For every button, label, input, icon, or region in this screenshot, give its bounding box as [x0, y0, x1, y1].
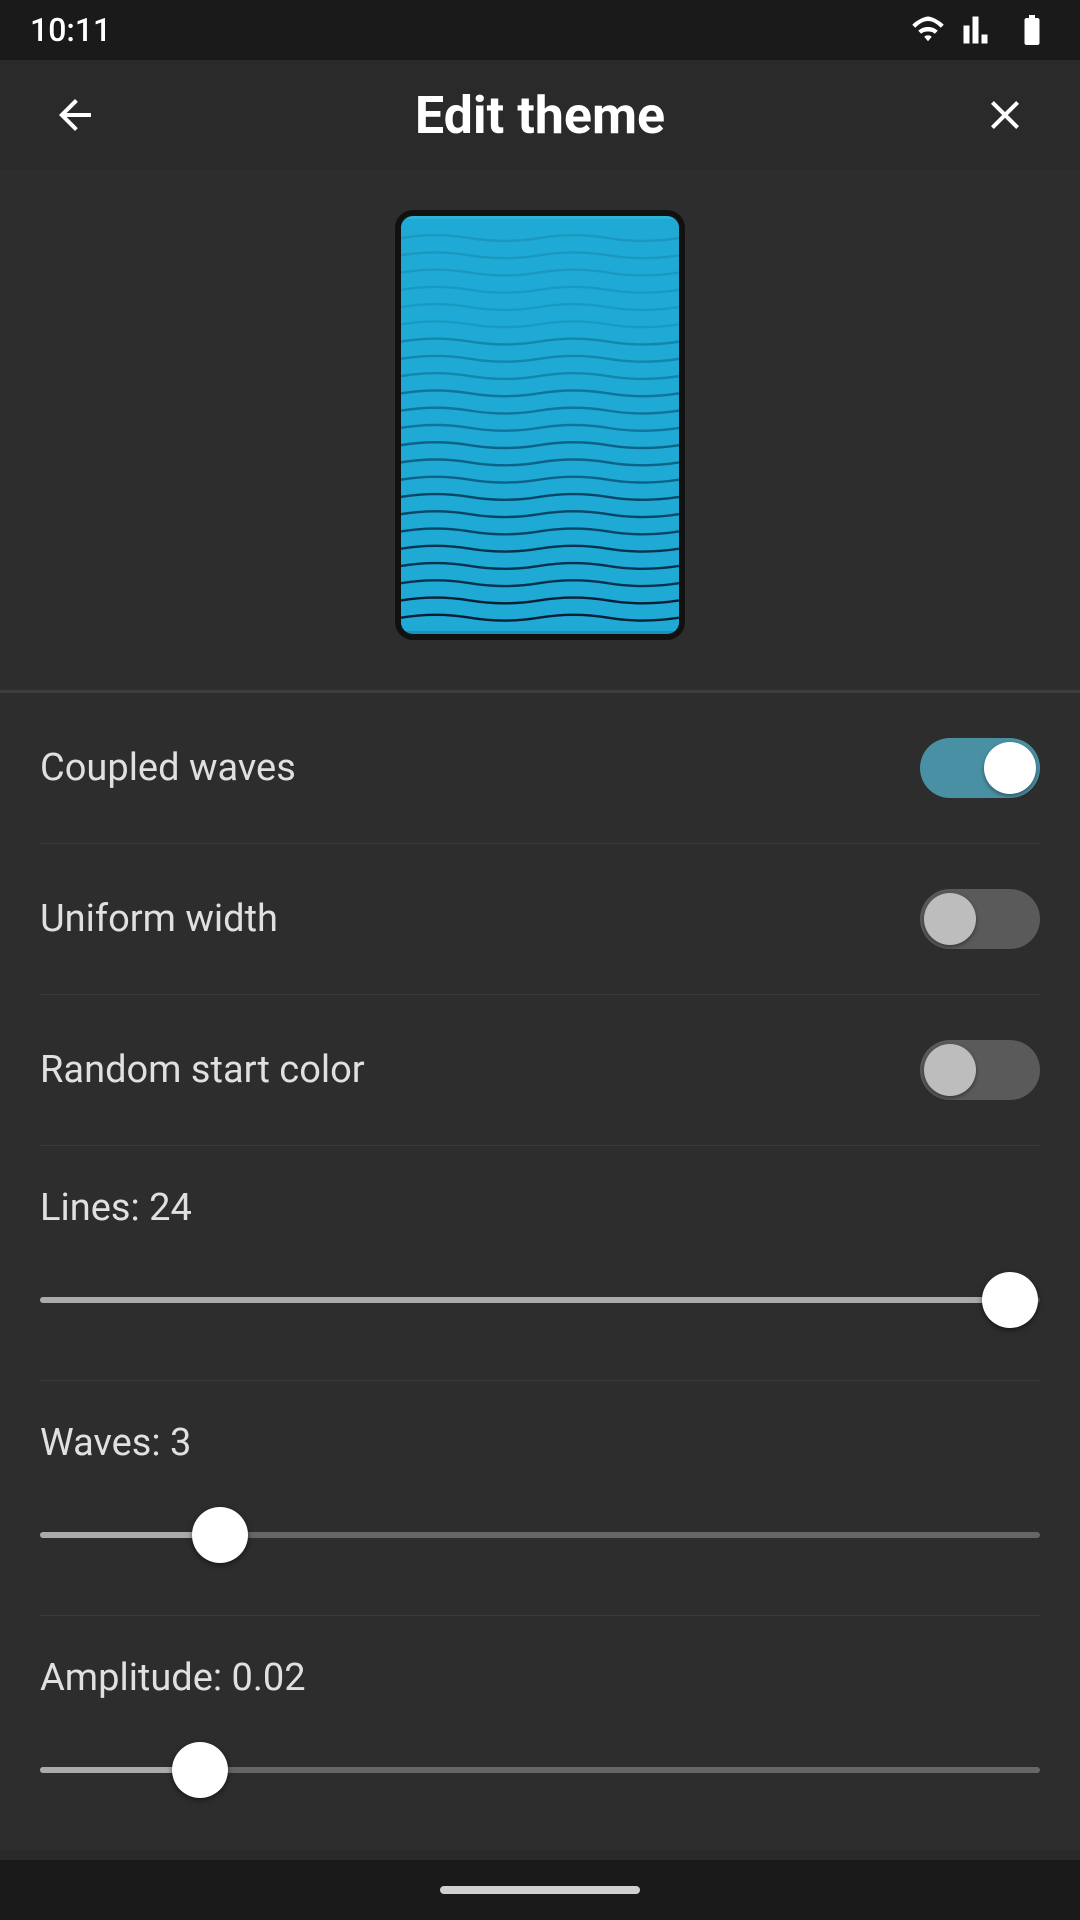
signal-icon — [962, 12, 998, 48]
home-indicator — [440, 1886, 640, 1894]
amplitude-label: Amplitude: 0.02 — [40, 1656, 1040, 1700]
uniform-width-row: Uniform width — [40, 844, 1040, 995]
coupled-waves-toggle[interactable] — [920, 738, 1040, 798]
close-button[interactable] — [970, 80, 1040, 150]
lines-slider-fill — [40, 1297, 1010, 1303]
uniform-width-thumb — [924, 893, 976, 945]
back-button[interactable] — [40, 80, 110, 150]
waves-slider-wrapper — [40, 1505, 1040, 1565]
amplitude-section: Amplitude: 0.02 — [40, 1616, 1040, 1850]
lines-slider-track — [40, 1297, 1040, 1303]
status-time: 10:11 — [30, 11, 111, 49]
lines-section: Lines: 24 — [40, 1146, 1040, 1381]
coupled-waves-row: Coupled waves — [40, 693, 1040, 844]
coupled-waves-thumb — [984, 742, 1036, 794]
battery-icon — [1014, 12, 1050, 48]
waves-label: Waves: 3 — [40, 1421, 1040, 1465]
preview-area — [0, 170, 1080, 690]
waves-slider-thumb[interactable] — [192, 1507, 248, 1563]
coupled-waves-label: Coupled waves — [40, 746, 296, 790]
random-start-color-row: Random start color — [40, 995, 1040, 1146]
lines-slider-thumb[interactable] — [982, 1272, 1038, 1328]
random-start-color-thumb — [924, 1044, 976, 1096]
page-title: Edit theme — [415, 85, 665, 146]
back-icon — [51, 91, 99, 139]
close-icon — [981, 91, 1029, 139]
top-bar: Edit theme — [0, 60, 1080, 170]
settings-area: Coupled waves Uniform width Random start… — [0, 693, 1080, 1850]
uniform-width-toggle[interactable] — [920, 889, 1040, 949]
wifi-icon — [910, 12, 946, 48]
wave-preview — [401, 216, 679, 634]
amplitude-slider-track — [40, 1767, 1040, 1773]
lines-label: Lines: 24 — [40, 1186, 1040, 1230]
phone-frame — [395, 210, 685, 640]
waves-section: Waves: 3 — [40, 1381, 1040, 1616]
random-start-color-label: Random start color — [40, 1048, 365, 1092]
uniform-width-label: Uniform width — [40, 897, 278, 941]
amplitude-slider-thumb[interactable] — [172, 1742, 228, 1798]
waves-slider-track — [40, 1532, 1040, 1538]
random-start-color-toggle[interactable] — [920, 1040, 1040, 1100]
phone-screen — [401, 216, 679, 634]
status-icons — [910, 12, 1050, 48]
lines-slider-wrapper — [40, 1270, 1040, 1330]
status-bar: 10:11 — [0, 0, 1080, 60]
amplitude-slider-wrapper — [40, 1740, 1040, 1800]
bottom-navigation-bar — [0, 1860, 1080, 1920]
